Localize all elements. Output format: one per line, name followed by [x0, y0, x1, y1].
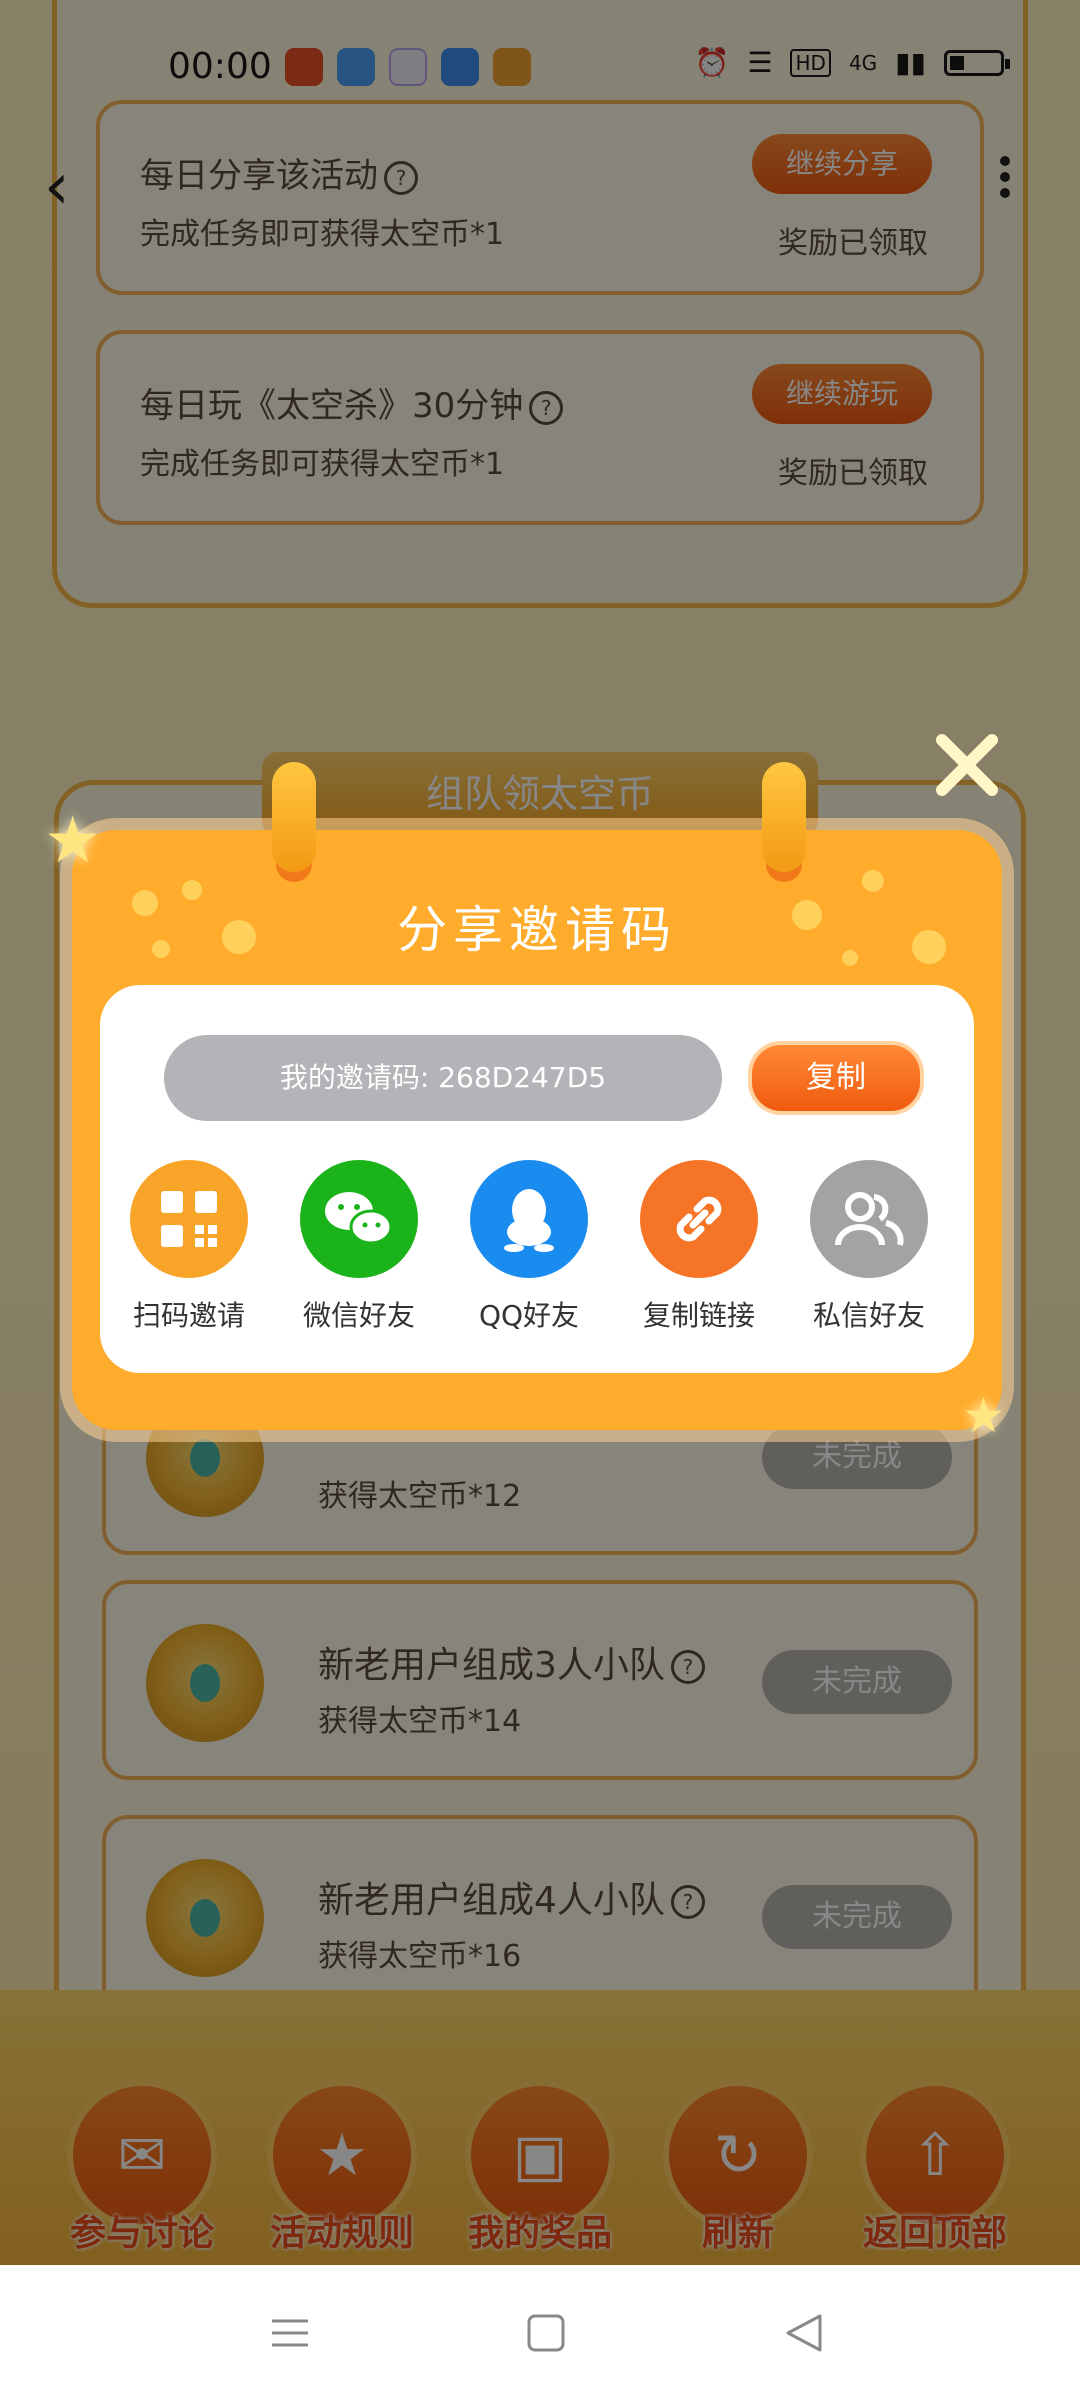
share-option-label: 微信好友 [302, 1299, 415, 1332]
qq-icon [470, 1160, 588, 1278]
share-option-label: 扫码邀请 [132, 1299, 245, 1332]
share-invite-modal: 分享邀请码 我的邀请码: 268D247D5 复制 扫码邀请 微信好友 QQ好友 [72, 830, 1002, 1430]
link-icon [640, 1160, 758, 1278]
back-icon[interactable] [784, 2313, 824, 2357]
modal-content: 我的邀请码: 268D247D5 复制 扫码邀请 微信好友 QQ好友 复制链接 [100, 985, 974, 1373]
share-option-qr[interactable]: 扫码邀请 [114, 1160, 264, 1334]
invite-code-field: 我的邀请码: 268D247D5 [164, 1035, 722, 1121]
star-decoration-icon: ★ [44, 804, 102, 878]
binder-clip-icon [272, 762, 316, 872]
home-icon[interactable] [526, 2313, 566, 2357]
share-option-label: 私信好友 [812, 1299, 925, 1332]
share-option-qq[interactable]: QQ好友 [454, 1160, 604, 1334]
share-option-copy-link[interactable]: 复制链接 [624, 1160, 774, 1334]
close-icon[interactable] [930, 728, 1004, 802]
share-option-label: 复制链接 [642, 1299, 755, 1332]
modal-title: 分享邀请码 [397, 901, 677, 959]
wechat-icon [300, 1160, 418, 1278]
menu-icon[interactable] [270, 2313, 310, 2357]
copy-code-button[interactable]: 复制 [748, 1041, 924, 1115]
binder-clip-icon [762, 762, 806, 872]
share-option-wechat[interactable]: 微信好友 [284, 1160, 434, 1334]
friends-icon [810, 1160, 928, 1278]
system-navigation-bar [0, 2265, 1080, 2400]
share-option-message-friend[interactable]: 私信好友 [794, 1160, 944, 1334]
share-option-label: QQ好友 [478, 1299, 580, 1332]
qr-code-icon [130, 1160, 248, 1278]
star-decoration-icon: ★ [962, 1388, 1006, 1444]
